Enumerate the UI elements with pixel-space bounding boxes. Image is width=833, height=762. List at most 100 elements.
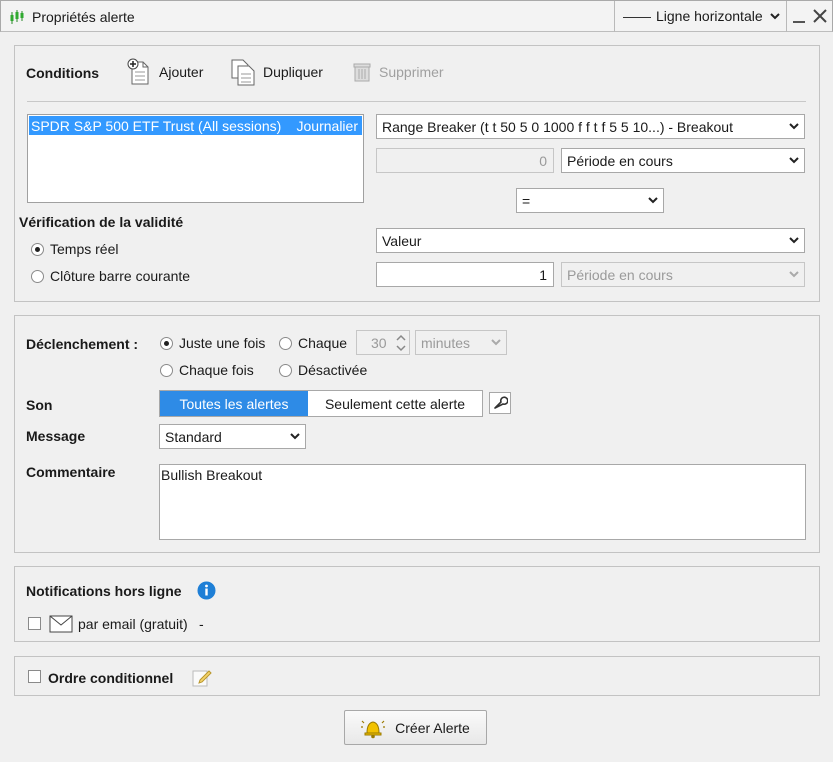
realtime-label: Temps réel <box>50 241 119 257</box>
compare-value-input[interactable]: 1 <box>376 262 554 287</box>
stepper-arrows-icon[interactable] <box>395 333 407 353</box>
chevron-down-icon <box>290 433 300 440</box>
duplicate-button[interactable]: Dupliquer <box>229 58 323 86</box>
comment-label: Commentaire <box>26 464 116 480</box>
trash-icon <box>353 63 371 82</box>
candlestick-app-icon <box>10 10 24 24</box>
line-sample-icon <box>623 17 651 18</box>
radio-indicator <box>160 336 173 350</box>
symbol-name: SPDR S&P 500 ETF Trust (All sessions) <box>31 118 282 134</box>
radio-indicator <box>160 363 173 377</box>
create-alert-label: Créer Alerte <box>395 719 470 736</box>
operator-dropdown[interactable]: = <box>516 188 664 213</box>
interval-stepper[interactable]: 30 <box>356 330 410 355</box>
message-value: Standard <box>165 429 222 445</box>
notifications-panel: Notifications hors ligne par email (grat… <box>14 566 820 642</box>
period-dropdown[interactable]: Période en cours <box>561 148 805 173</box>
bar-close-label: Clôture barre courante <box>50 268 191 284</box>
indicator-value: Range Breaker (t t 50 5 0 1000 f f t f 5… <box>382 119 733 135</box>
interval-unit-dropdown[interactable]: minutes <box>415 330 507 355</box>
toolbar-divider <box>27 101 806 102</box>
close-icon[interactable] <box>812 7 828 25</box>
trigger-every-radio[interactable]: Chaque <box>279 335 347 351</box>
duplicate-label: Dupliquer <box>263 64 323 80</box>
message-dropdown[interactable]: Standard <box>159 424 306 449</box>
add-label: Ajouter <box>159 64 204 80</box>
radio-indicator <box>279 363 292 377</box>
trigger-each-time-label: Chaque fois <box>179 362 254 378</box>
validity-heading: Vérification de la validité <box>19 214 184 230</box>
title-separator <box>614 1 615 32</box>
conditional-order-panel: Ordre conditionnel <box>14 656 820 696</box>
radio-indicator <box>31 242 44 256</box>
offset-input[interactable]: 0 <box>376 148 554 173</box>
sound-all-alerts-button[interactable]: Toutes les alertes <box>160 391 308 416</box>
chevron-down-icon <box>789 271 799 278</box>
chevron-down-icon <box>789 123 799 130</box>
create-alert-button[interactable]: Créer Alerte <box>344 710 487 745</box>
envelope-icon <box>49 615 73 633</box>
offset-value: 0 <box>539 153 547 169</box>
indicator-dropdown[interactable]: Range Breaker (t t 50 5 0 1000 f f t f 5… <box>376 114 805 139</box>
line-type-label: Ligne horizontale <box>656 8 763 24</box>
chevron-down-icon <box>789 157 799 164</box>
line-type-dropdown[interactable]: Ligne horizontale <box>619 8 787 26</box>
edit-pencil-icon[interactable] <box>191 666 213 688</box>
compare-value: 1 <box>539 267 547 283</box>
sound-settings-button[interactable] <box>489 392 511 414</box>
comment-textarea[interactable]: Bullish Breakout <box>159 464 806 540</box>
bell-icon <box>361 720 386 738</box>
message-label: Message <box>26 428 86 444</box>
info-icon[interactable] <box>197 581 216 600</box>
sound-label: Son <box>26 397 53 413</box>
trigger-disabled-label: Désactivée <box>298 362 368 378</box>
symbol-listbox[interactable]: SPDR S&P 500 ETF Trust (All sessions) Jo… <box>27 114 364 203</box>
period-2-dropdown[interactable]: Période en cours <box>561 262 805 287</box>
email-label: par email (gratuit) <box>78 616 188 632</box>
radio-indicator <box>279 336 292 350</box>
wrench-icon <box>494 396 508 409</box>
conditional-order-checkbox[interactable] <box>28 670 41 683</box>
trigger-disabled-radio[interactable]: Désactivée <box>279 362 367 378</box>
email-checkbox[interactable] <box>28 617 41 630</box>
chevron-down-icon <box>770 13 780 20</box>
period-value: Période en cours <box>567 153 673 169</box>
symbol-period: Journalier <box>296 118 358 134</box>
trigger-once-radio[interactable]: Juste une fois <box>160 335 265 351</box>
trigger-label: Déclenchement : <box>26 336 139 352</box>
conditions-heading: Conditions <box>26 65 100 81</box>
title-separator <box>786 1 787 32</box>
radio-indicator <box>31 269 44 283</box>
email-suffix: - <box>199 616 204 632</box>
trigger-each-time-radio[interactable]: Chaque fois <box>160 362 254 378</box>
window-title: Propriétés alerte <box>32 9 135 25</box>
period-2-value: Période en cours <box>567 267 673 283</box>
comment-value: Bullish Breakout <box>161 467 263 483</box>
list-item[interactable]: SPDR S&P 500 ETF Trust (All sessions) Jo… <box>29 116 362 135</box>
chevron-down-icon <box>789 237 799 244</box>
sound-this-alert-button[interactable]: Seulement cette alerte <box>308 391 482 416</box>
trigger-panel: Déclenchement : Juste une fois Chaque 30… <box>14 315 820 553</box>
bar-close-radio[interactable]: Clôture barre courante <box>31 268 190 284</box>
interval-unit-value: minutes <box>421 335 471 351</box>
delete-button[interactable]: Supprimer <box>351 61 444 83</box>
interval-value: 30 <box>371 335 387 351</box>
conditional-order-label: Ordre conditionnel <box>48 670 174 686</box>
compare-to-value: Valeur <box>382 233 422 249</box>
realtime-radio[interactable]: Temps réel <box>31 241 118 257</box>
notifications-heading: Notifications hors ligne <box>26 583 182 599</box>
duplicate-icon <box>231 59 255 86</box>
sound-segmented-control: Toutes les alertes Seulement cette alert… <box>159 390 483 417</box>
trigger-every-label: Chaque <box>298 335 348 351</box>
chevron-down-icon <box>648 197 658 204</box>
trigger-once-label: Juste une fois <box>179 335 266 351</box>
operator-value: = <box>522 193 531 209</box>
chevron-down-icon <box>491 339 501 346</box>
title-bar: Propriétés alerte Ligne horizontale <box>0 0 833 32</box>
add-document-icon <box>127 58 149 85</box>
compare-to-dropdown[interactable]: Valeur <box>376 228 805 253</box>
minimize-button[interactable] <box>791 7 807 25</box>
add-button[interactable]: Ajouter <box>127 58 203 86</box>
delete-label: Supprimer <box>379 64 444 80</box>
conditions-panel: Conditions Ajouter Dupliquer Supprimer S… <box>14 45 820 302</box>
